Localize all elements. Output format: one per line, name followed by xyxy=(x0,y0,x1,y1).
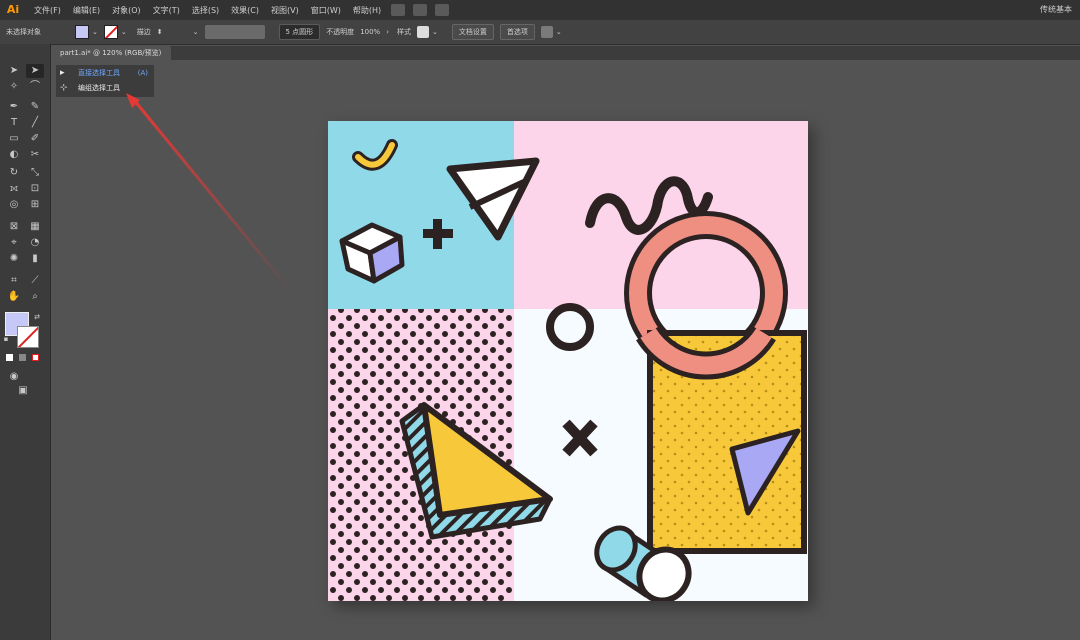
menu-help[interactable]: 帮助(H) xyxy=(347,5,387,16)
type-tool-icon[interactable]: T xyxy=(5,116,23,130)
arrange-icon[interactable] xyxy=(540,26,553,38)
brush-value: 5 点圆形 xyxy=(285,28,314,36)
flyout-item-group-selection[interactable]: ⊹ 编组选择工具 xyxy=(60,81,120,95)
menu-window[interactable]: 窗口(W) xyxy=(305,5,347,16)
menu-edit[interactable]: 编辑(E) xyxy=(67,5,106,16)
direct-selection-icon: ▸ xyxy=(60,68,65,78)
tools-panel: ➤ ➤ ✧ ⌒ ✒ ✎ T ╱ ▭ ✐ ◐ ✂ ↻ ⤡ ⟗ ⊡ ◎ ⊞ ⊠ ▦ … xyxy=(0,44,51,640)
mesh-tool-icon[interactable]: ⊠ xyxy=(5,220,23,234)
rotate-tool-icon[interactable]: ↻ xyxy=(5,166,23,180)
shape-builder-tool-icon[interactable]: ◎ xyxy=(5,198,23,212)
bridge-icon[interactable] xyxy=(391,4,406,16)
style-label: 样式 xyxy=(397,28,412,36)
stroke-stepper-icon[interactable]: ⬍ xyxy=(157,28,163,36)
selection-status: 未选择对象 xyxy=(6,28,41,36)
opacity-label[interactable]: 不透明度 xyxy=(326,27,354,37)
swap-colors-icon[interactable]: ⇄ xyxy=(32,310,42,324)
menu-select[interactable]: 选择(S) xyxy=(186,5,225,16)
chevron-down-icon[interactable]: ⌄ xyxy=(432,28,438,36)
magic-wand-tool-icon[interactable]: ✧ xyxy=(5,80,23,94)
gpu-rocket-icon[interactable] xyxy=(435,4,450,16)
flyout-item-label: 编组选择工具 xyxy=(78,84,120,92)
eyedropper-tool-icon[interactable]: ⌖ xyxy=(5,236,23,250)
chevron-down-icon[interactable]: ⌄ xyxy=(556,28,562,36)
chevron-down-icon[interactable]: ⌄ xyxy=(193,28,199,36)
menu-type[interactable]: 文字(T) xyxy=(147,5,186,16)
pen-tool-icon[interactable]: ✒ xyxy=(5,100,23,114)
document-setup-label: 文档设置 xyxy=(458,28,487,36)
none-mode-icon[interactable] xyxy=(32,354,39,361)
scissors-tool-icon[interactable]: ✂ xyxy=(26,148,44,162)
flyout-item-label: 直接选择工具 xyxy=(78,69,120,77)
document-setup-button[interactable]: 文档设置 xyxy=(451,24,494,40)
app-logo: Ai xyxy=(6,3,20,16)
chevron-right-icon[interactable]: › xyxy=(386,28,389,36)
opacity-value[interactable]: 100% xyxy=(360,28,380,36)
symbol-sprayer-tool-icon[interactable]: ✺ xyxy=(5,252,23,266)
color-mode-icon[interactable] xyxy=(6,354,13,361)
direct-selection-tool-icon[interactable]: ➤ xyxy=(26,64,44,78)
screen-mode-icon[interactable]: ▣ xyxy=(14,384,32,398)
document-tab-strip xyxy=(50,46,1080,60)
menu-file[interactable]: 文件(F) xyxy=(28,5,67,16)
menu-effect[interactable]: 效果(C) xyxy=(225,5,265,16)
default-colors-icon[interactable]: ▪ xyxy=(2,332,10,346)
control-bar: 未选择对象 ⌄ ⌄ 描边 ⬍ ⌄ 5 点圆形 不透明度 100% › 样式 ⌄ … xyxy=(0,20,1080,45)
gradient-mode-icon[interactable] xyxy=(19,354,26,361)
chevron-down-icon[interactable]: ⌄ xyxy=(92,28,98,36)
artboard-canvas[interactable] xyxy=(328,121,808,601)
group-selection-icon: ⊹ xyxy=(60,83,68,93)
shaper-tool-icon[interactable]: ◐ xyxy=(5,148,23,162)
stroke-color-box[interactable] xyxy=(17,326,39,348)
graphic-style-swatch[interactable] xyxy=(417,26,430,38)
blend-tool-icon[interactable]: ◔ xyxy=(26,236,44,250)
flyout-item-shortcut: (A) xyxy=(137,69,148,77)
selection-tool-icon[interactable]: ➤ xyxy=(5,64,23,78)
stroke-label[interactable]: 描边 xyxy=(137,27,151,37)
document-tab-title: part1.ai* @ 120% (RGB/预览) xyxy=(60,49,162,57)
slice-tool-icon[interactable]: ⟋ xyxy=(26,274,44,288)
curvature-tool-icon[interactable]: ✎ xyxy=(26,100,44,114)
plus-shape-h xyxy=(423,229,453,238)
menu-bar: Ai 文件(F) 编辑(E) 对象(O) 文字(T) 选择(S) 效果(C) 视… xyxy=(0,0,1080,20)
chevron-down-icon[interactable]: ⌄ xyxy=(121,28,127,36)
preferences-button[interactable]: 首选项 xyxy=(499,24,535,40)
draw-mode-icon[interactable]: ◉ xyxy=(5,370,23,384)
stroke-swatch[interactable] xyxy=(103,25,118,39)
gradient-tool-icon[interactable]: ▦ xyxy=(26,220,44,234)
brush-definition-dropdown[interactable]: 5 点圆形 xyxy=(278,24,321,40)
arrange-documents-icon[interactable] xyxy=(413,4,428,16)
menu-view[interactable]: 视图(V) xyxy=(265,5,305,16)
flyout-item-direct-selection[interactable]: ▸ 直接选择工具 xyxy=(60,66,120,80)
lasso-tool-icon[interactable]: ⌒ xyxy=(26,80,44,94)
width-tool-icon[interactable]: ⟗ xyxy=(5,182,23,196)
workspace-switcher[interactable]: 传统基本 xyxy=(1040,4,1072,15)
fill-swatch[interactable] xyxy=(75,25,89,39)
line-tool-icon[interactable]: ╱ xyxy=(26,116,44,130)
scale-tool-icon[interactable]: ⤡ xyxy=(26,166,44,180)
artboard-tool-icon[interactable]: ⌗ xyxy=(5,274,23,288)
rectangle-tool-icon[interactable]: ▭ xyxy=(5,132,23,146)
variable-width-profile[interactable] xyxy=(204,25,265,39)
column-graph-tool-icon[interactable]: ▮ xyxy=(26,252,44,266)
selection-tools-flyout: ▸ 直接选择工具 (A) ⊹ 编组选择工具 xyxy=(56,65,154,97)
free-transform-tool-icon[interactable]: ⊡ xyxy=(26,182,44,196)
menu-object[interactable]: 对象(O) xyxy=(106,5,147,16)
paintbrush-tool-icon[interactable]: ✐ xyxy=(26,132,44,146)
preferences-label: 首选项 xyxy=(506,28,528,36)
perspective-grid-tool-icon[interactable]: ⊞ xyxy=(26,198,44,212)
document-tab[interactable]: part1.ai* @ 120% (RGB/预览) xyxy=(50,46,172,60)
zoom-tool-icon[interactable]: ⌕ xyxy=(26,290,44,304)
hand-tool-icon[interactable]: ✋ xyxy=(5,290,23,304)
